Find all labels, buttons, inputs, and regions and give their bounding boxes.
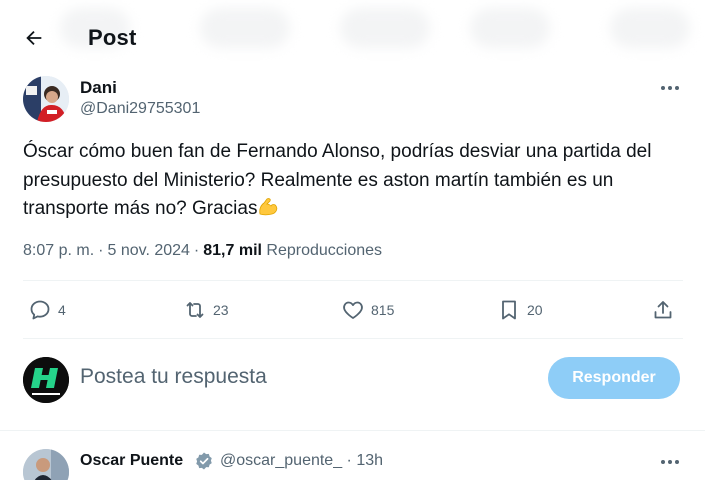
post-actions: 4 23 815 20 bbox=[0, 292, 705, 328]
avatar[interactable] bbox=[23, 357, 69, 403]
share-button[interactable] bbox=[651, 292, 675, 328]
repost-count: 23 bbox=[213, 302, 229, 318]
share-icon bbox=[654, 301, 672, 319]
views-label: Reproducciones bbox=[266, 242, 383, 259]
post-date[interactable]: 5 nov. 2024 bbox=[107, 242, 189, 259]
separator-dot: · bbox=[98, 242, 104, 259]
window-edge bbox=[705, 0, 720, 480]
dot-icon bbox=[668, 86, 672, 90]
post-text-content: Óscar cómo buen fan de Fernando Alonso, … bbox=[23, 141, 652, 219]
header-blur bbox=[610, 8, 690, 48]
header-blur bbox=[470, 8, 550, 48]
more-options-button[interactable] bbox=[658, 452, 682, 472]
post-time[interactable]: 8:07 p. m. bbox=[23, 242, 94, 259]
huffpost-logo-icon bbox=[23, 357, 69, 403]
reply-handle-time: @oscar_puente_ · 13h bbox=[220, 452, 384, 469]
divider bbox=[0, 430, 705, 431]
bookmark-count: 20 bbox=[527, 302, 543, 318]
page-title: Post bbox=[88, 25, 137, 50]
avatar-image bbox=[23, 76, 69, 122]
dot-icon bbox=[661, 460, 665, 464]
reply-author-name[interactable]: Oscar Puente bbox=[80, 452, 183, 470]
header-blur bbox=[200, 8, 290, 48]
dot-icon bbox=[661, 86, 665, 90]
like-button[interactable]: 815 bbox=[341, 292, 394, 328]
post-text: Óscar cómo buen fan de Fernando Alonso, … bbox=[23, 138, 683, 224]
repost-button[interactable]: 23 bbox=[183, 292, 229, 328]
arrow-left-icon bbox=[26, 30, 42, 46]
avatar[interactable] bbox=[23, 449, 69, 480]
repost-icon bbox=[186, 302, 204, 318]
views-count: 81,7 mil bbox=[203, 242, 262, 259]
author-handle[interactable]: @Dani29755301 bbox=[80, 100, 200, 118]
header-blur bbox=[340, 8, 430, 48]
reply-button[interactable]: 4 bbox=[28, 292, 66, 328]
separator-dot: · bbox=[193, 242, 200, 259]
avatar[interactable] bbox=[23, 76, 69, 122]
flexed-biceps-emoji-icon bbox=[259, 198, 278, 216]
reply-input[interactable]: Postea tu respuesta bbox=[80, 365, 267, 389]
more-options-button[interactable] bbox=[658, 78, 682, 98]
back-button[interactable] bbox=[18, 24, 50, 52]
reply-time[interactable]: 13h bbox=[356, 452, 383, 469]
like-count: 815 bbox=[371, 302, 395, 318]
reply-composer: Postea tu respuesta Responder bbox=[0, 340, 705, 431]
post-metadata: 8:07 p. m. · 5 nov. 2024 · 81,7 mil Reproduc… bbox=[23, 242, 382, 260]
divider bbox=[23, 280, 683, 281]
page-header: Post bbox=[0, 0, 705, 76]
reply-icon bbox=[30, 300, 50, 320]
heart-icon bbox=[343, 301, 363, 319]
dot-icon bbox=[675, 460, 679, 464]
post-page: Post Dani @Dani29755301 Óscar cómo buen … bbox=[0, 0, 705, 480]
author-name[interactable]: Dani bbox=[80, 78, 117, 98]
bookmark-button[interactable]: 20 bbox=[497, 292, 543, 328]
reply-author-handle[interactable]: @oscar_puente_ bbox=[220, 452, 342, 469]
bookmark-icon bbox=[502, 300, 516, 320]
dot-icon bbox=[668, 460, 672, 464]
avatar-image bbox=[23, 449, 69, 480]
reply-submit-button[interactable]: Responder bbox=[548, 357, 680, 399]
dot-icon bbox=[675, 86, 679, 90]
verified-badge-icon[interactable] bbox=[194, 451, 214, 471]
reply-count: 4 bbox=[58, 302, 66, 318]
divider bbox=[23, 338, 683, 339]
